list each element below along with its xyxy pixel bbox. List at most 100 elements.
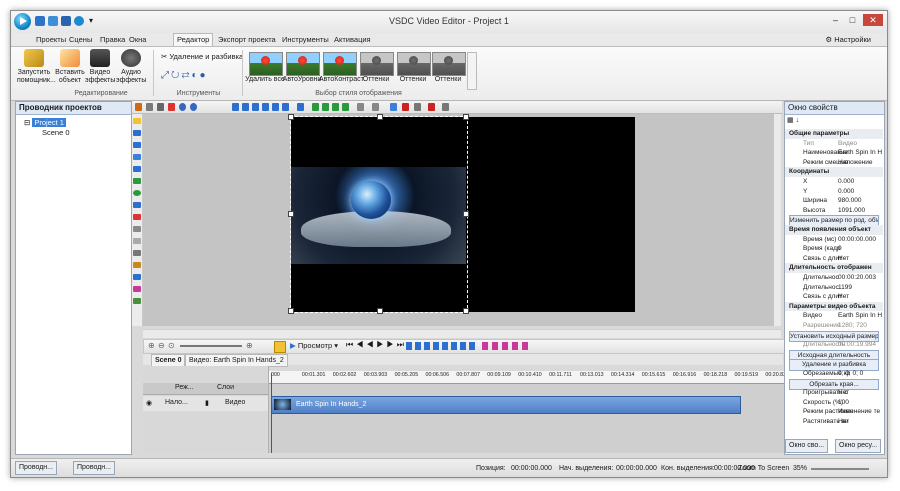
undo-icon[interactable]	[179, 103, 186, 111]
send-back-icon[interactable]	[342, 103, 349, 111]
preview-button[interactable]: ▶ Просмотр ▾	[290, 341, 338, 350]
cut-tools[interactable]	[482, 342, 532, 350]
align-right-icon[interactable]	[252, 103, 259, 111]
canvas-vertical-scrollbar[interactable]	[774, 114, 781, 326]
property-row[interactable]: Обрезаемые кр 0; 0; 0; 0	[785, 369, 883, 379]
resize-handle[interactable]	[463, 211, 469, 217]
style-delete-all-thumb[interactable]	[249, 52, 283, 76]
property-row[interactable]: Тип Видео	[785, 139, 883, 149]
tab-scenes[interactable]: Сцены	[66, 34, 95, 46]
redo-icon[interactable]	[190, 103, 197, 111]
spectrum-tool-icon[interactable]	[133, 298, 141, 304]
chart-tool-icon[interactable]	[133, 238, 141, 244]
align-left-icon[interactable]	[232, 103, 239, 111]
property-row[interactable]: Время (кадр 0	[785, 244, 883, 254]
timeline-mode-icon[interactable]	[274, 341, 286, 353]
video-track-header[interactable]: ◉ Нало... ▮ Видео	[143, 396, 268, 411]
timeline-tracks[interactable]: Earth Spin In Hands_2	[269, 384, 791, 453]
distribute-icon[interactable]	[297, 103, 304, 111]
tab-edit[interactable]: Правка	[97, 34, 128, 46]
move-down-icon[interactable]	[322, 103, 329, 111]
resize-handle[interactable]	[288, 114, 294, 120]
property-row[interactable]: Скорость (%) 100	[785, 398, 883, 408]
more-icon[interactable]	[442, 103, 449, 111]
property-row[interactable]: Наименование Earth Spin In H	[785, 148, 883, 158]
video-tool-icon[interactable]	[133, 130, 141, 136]
categorized-icon[interactable]: ▦	[787, 117, 794, 124]
delete-icon[interactable]	[168, 103, 175, 111]
copy-icon[interactable]	[157, 103, 164, 111]
property-row[interactable]: Растягивать ви Нет	[785, 417, 883, 427]
zoom-in-icon[interactable]: ⊕	[148, 341, 155, 350]
resize-handle[interactable]	[288, 211, 294, 217]
tab-editor[interactable]: Редактор	[173, 33, 214, 47]
resize-handle[interactable]	[377, 114, 383, 120]
timeline-ruler[interactable]: 000 00:01.301 00:02.602 00:03.903 00:05.205 0…	[269, 371, 791, 384]
property-value[interactable]: 1280; 720	[838, 321, 867, 331]
property-row[interactable]: Связь с длит Нет	[785, 254, 883, 264]
transport-controls[interactable]: ⏮◀◀▶▶⏭	[346, 340, 407, 350]
tab-project-explorer[interactable]: Проводн...	[15, 461, 57, 475]
property-row[interactable]: Длительнос 1199	[785, 283, 883, 293]
property-value[interactable]: 0.000	[838, 187, 854, 197]
line-tool-icon[interactable]	[133, 166, 141, 172]
image-tool-icon[interactable]	[133, 142, 141, 148]
property-row[interactable]: Y 0.000	[785, 187, 883, 197]
property-row[interactable]: Время (мс) 00:00:00.000	[785, 235, 883, 245]
property-value[interactable]: Изменение те	[838, 407, 880, 417]
snap-icon[interactable]	[402, 103, 409, 111]
ellipse-tool-icon[interactable]	[133, 190, 141, 196]
video-effects-button[interactable]: Видео эффекты	[85, 49, 115, 85]
playhead-cursor[interactable]	[271, 373, 272, 453]
subtitle-tool-icon[interactable]	[133, 226, 141, 232]
pointer-tool-icon[interactable]	[133, 118, 141, 124]
free-shape-tool-icon[interactable]	[133, 274, 141, 280]
property-value[interactable]: 00:00:20.003	[838, 273, 876, 283]
bring-front-icon[interactable]	[332, 103, 339, 111]
tab-properties[interactable]: Окно сво...	[785, 439, 829, 453]
rectangle-tool-icon[interactable]	[133, 178, 141, 184]
property-value[interactable]: 980.000	[838, 196, 862, 206]
align-top-icon[interactable]	[262, 103, 269, 111]
resize-handle[interactable]	[463, 114, 469, 120]
property-value[interactable]: 00:00:00.000	[838, 235, 876, 245]
animation-tool-icon[interactable]	[133, 250, 141, 256]
tools-row[interactable]: ⤢↻⇄◐●	[161, 70, 208, 81]
property-value[interactable]: 1091.000	[838, 206, 865, 216]
group-icon[interactable]	[357, 103, 364, 111]
tab-export[interactable]: Экспорт проекта	[215, 34, 279, 46]
tab-tools[interactable]: Инструменты	[279, 34, 332, 46]
minimize-icon[interactable]: –	[829, 14, 842, 26]
tab-object-explorer[interactable]: Проводн...	[73, 461, 115, 475]
sprite-tool-icon[interactable]	[133, 214, 141, 220]
settings-button[interactable]: ⚙ Настройки	[825, 35, 871, 44]
align-bottom-icon[interactable]	[282, 103, 289, 111]
zoom-fit-icon[interactable]: ⊙	[168, 341, 175, 350]
zoom-plus-icon[interactable]: ⊕	[246, 341, 253, 350]
zoom-to-screen-button[interactable]: Zoom To Screen	[738, 465, 789, 472]
text-tool-icon[interactable]	[133, 154, 141, 160]
close-icon[interactable]: ✕	[863, 14, 883, 26]
tab-resources[interactable]: Окно ресу...	[835, 439, 882, 453]
audio-tool-icon[interactable]	[133, 286, 141, 292]
lock-icon[interactable]: ▮	[205, 399, 209, 407]
resize-handle[interactable]	[377, 308, 383, 314]
scene-canvas[interactable]	[143, 114, 781, 326]
resize-handle[interactable]	[288, 308, 294, 314]
move-up-icon[interactable]	[312, 103, 319, 111]
property-value[interactable]: 1199	[838, 283, 852, 293]
eye-icon[interactable]: ◉	[146, 399, 152, 407]
property-value[interactable]: Видео	[838, 139, 857, 149]
maximize-icon[interactable]: □	[846, 14, 859, 26]
property-value[interactable]: 00:00:19.994	[838, 340, 876, 350]
tab-projects[interactable]: Проекты	[33, 34, 69, 46]
property-row[interactable]: Длительнос 00:00:20.003	[785, 273, 883, 283]
property-row[interactable]: Проигрывать с Нет	[785, 388, 883, 398]
insert-object-button[interactable]: Вставить объект	[55, 49, 85, 85]
curve-tool-icon[interactable]	[133, 202, 141, 208]
audio-effects-button[interactable]: Аудио эффекты	[116, 49, 146, 85]
styles-scroll[interactable]	[467, 52, 477, 90]
tree-item-project[interactable]: ⊟ Project 1	[24, 118, 66, 127]
property-value[interactable]: Нет	[838, 417, 849, 427]
lock-icon[interactable]	[372, 103, 379, 111]
